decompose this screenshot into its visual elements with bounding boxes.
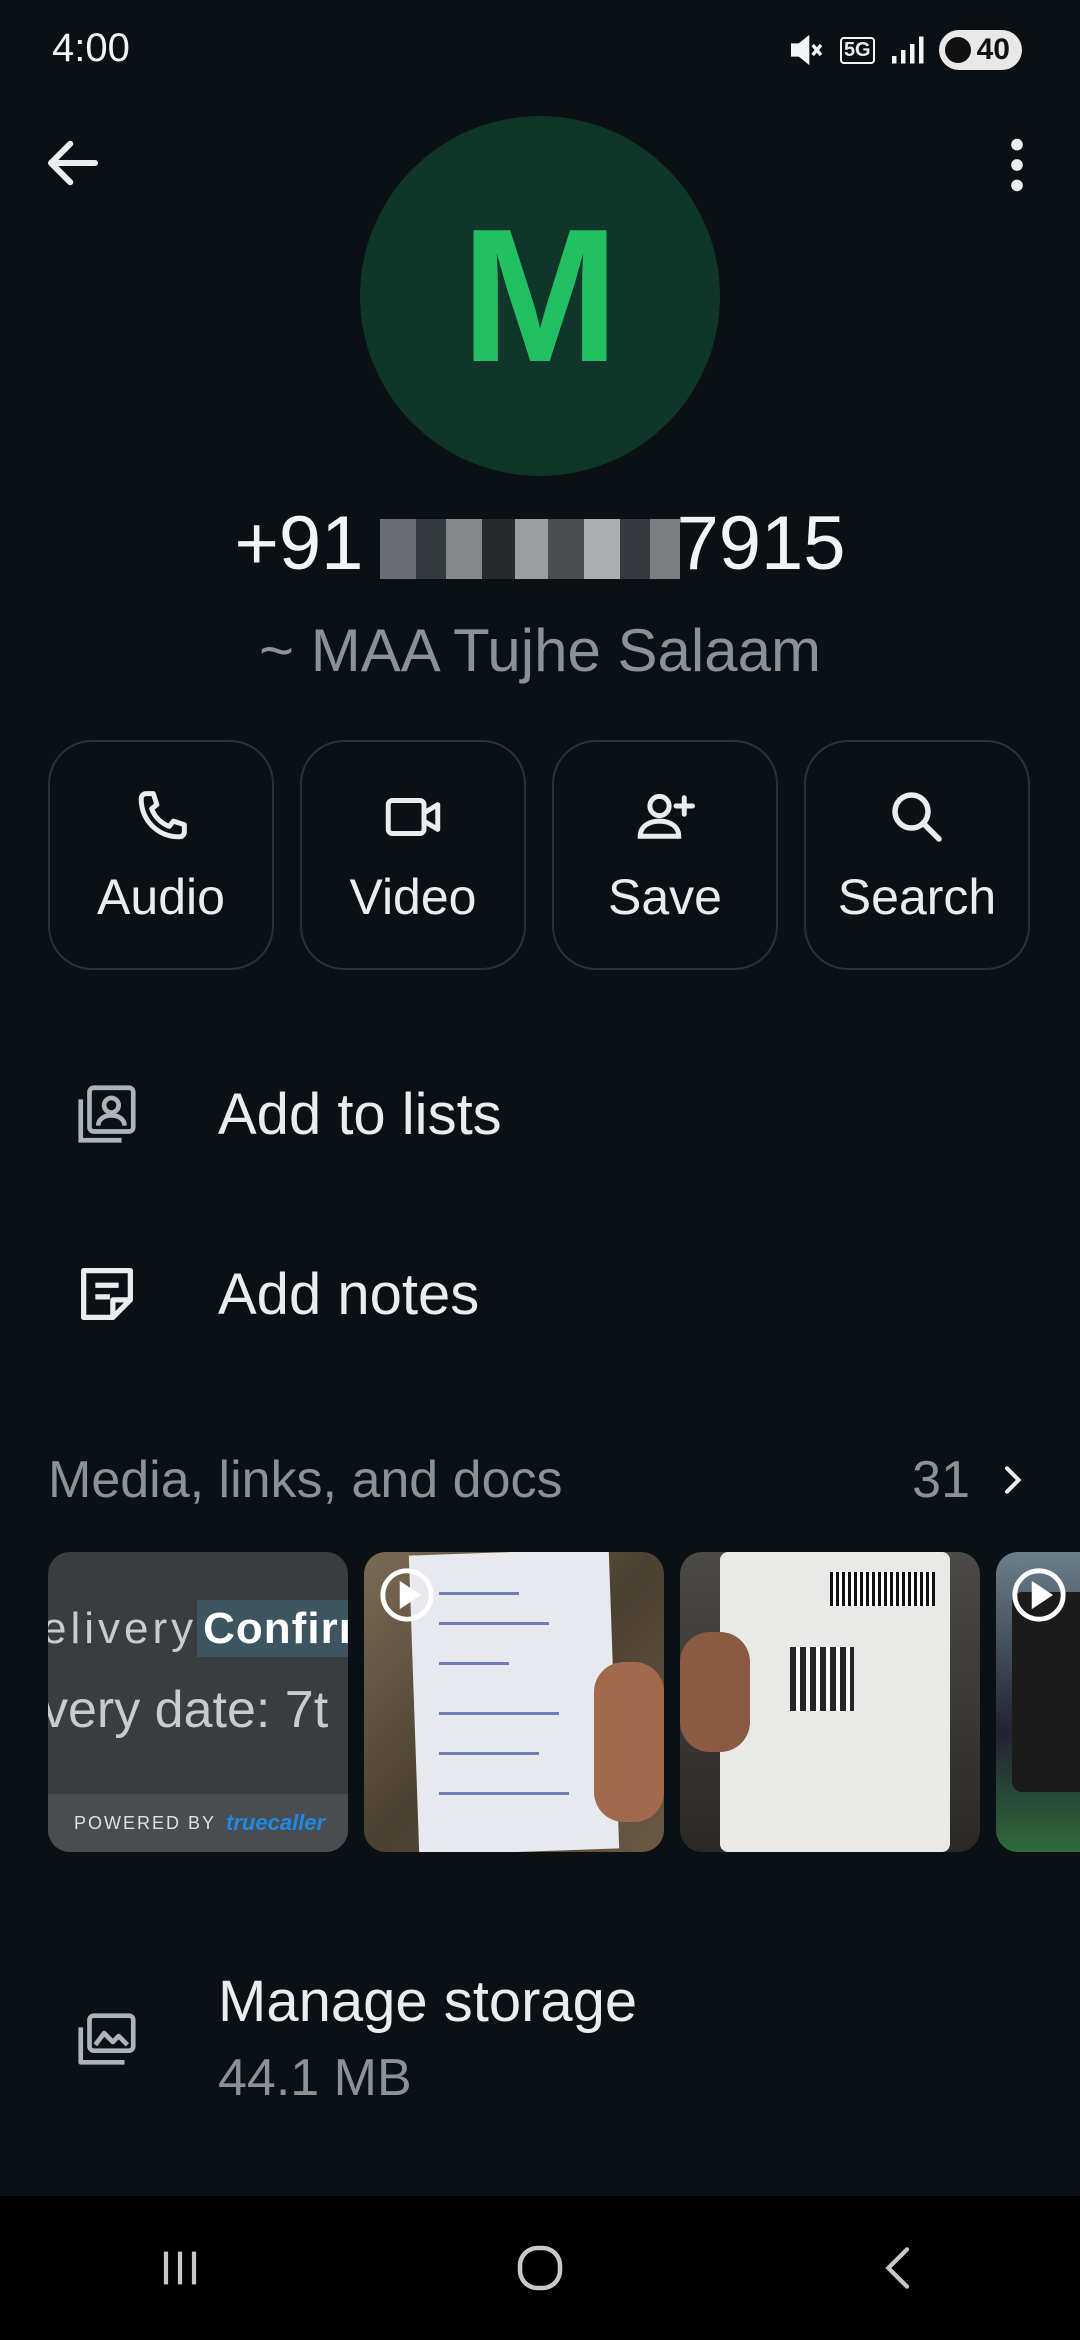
battery-saver-icon <box>944 37 971 63</box>
storage-folder-icon <box>78 2013 136 2065</box>
audio-call-button[interactable]: Audio <box>48 740 274 970</box>
handwriting-stroke <box>439 1712 559 1715</box>
video-camera-icon <box>385 798 441 836</box>
thumbnail-text-line: elivery Confirı <box>48 1600 348 1657</box>
handwriting-stroke <box>439 1752 539 1755</box>
home-button[interactable] <box>480 2228 600 2308</box>
push-name: ~ MAA Tujhe Salaam <box>259 617 821 684</box>
audio-label: Audio <box>97 869 225 925</box>
add-to-lists-row[interactable]: Add to lists <box>0 1044 1080 1184</box>
search-button[interactable]: Search <box>804 740 1030 970</box>
media-count: 31 <box>912 1451 970 1509</box>
system-back-button[interactable] <box>840 2228 960 2308</box>
save-contact-button[interactable]: Save <box>552 740 778 970</box>
handwriting-stroke <box>439 1662 509 1665</box>
handwritten-note-image <box>408 1552 620 1852</box>
battery-level: 40 <box>976 33 1010 66</box>
search-label: Search <box>837 869 997 925</box>
video-label: Video <box>349 869 477 925</box>
recents-icon <box>163 2251 197 2285</box>
more-options-button[interactable] <box>982 130 1052 200</box>
truecaller-footer: POWERED BY truecaller <box>48 1794 348 1852</box>
add-notes-row[interactable]: Add notes <box>0 1224 1080 1364</box>
recent-apps-button[interactable] <box>120 2228 240 2308</box>
chevron-right-icon <box>1005 1466 1022 1494</box>
chevron-left-icon <box>885 2247 910 2289</box>
system-navigation-bar <box>0 2196 1080 2340</box>
more-vertical-icon <box>1011 138 1023 192</box>
barcode-graphic <box>830 1572 935 1606</box>
add-person-icon <box>637 793 695 839</box>
storage-size: 44.1 MB <box>218 2049 412 2107</box>
media-thumbnail[interactable] <box>996 1552 1080 1852</box>
media-section-title: Media, links, and docs <box>48 1451 563 1509</box>
handwriting-stroke <box>439 1792 569 1795</box>
signal-icon <box>891 36 924 64</box>
back-button[interactable] <box>40 130 106 196</box>
truecaller-logo: truecaller <box>226 1810 326 1835</box>
thumbnail-text-line: very date: 7t <box>48 1681 329 1739</box>
arrow-back-icon <box>47 140 99 186</box>
pixelated-number-redaction <box>380 518 681 579</box>
video-call-button[interactable]: Video <box>300 740 526 970</box>
battery-indicator: 40 <box>938 30 1022 70</box>
save-label: Save <box>608 869 722 925</box>
video-play-icon <box>380 1568 434 1622</box>
manage-storage-title: Manage storage <box>218 1969 638 2034</box>
manage-storage-row[interactable]: Manage storage 44.1 MB <box>0 1940 1080 2140</box>
network-5g-icon: 5G <box>839 36 875 64</box>
hand-image <box>680 1632 750 1752</box>
search-icon <box>892 792 942 842</box>
status-time: 4:00 <box>52 26 130 70</box>
video-play-icon <box>1012 1568 1066 1622</box>
note-icon <box>81 1268 133 1320</box>
phone-suffix: 7915 <box>676 501 846 586</box>
status-icons: 5G 40 <box>786 30 1022 70</box>
avatar-letter: M <box>460 190 620 402</box>
media-strip[interactable]: elivery Confirı very date: 7t POWERED BY t… <box>48 1552 1080 1852</box>
phone-number: +91 7915 <box>0 500 1080 587</box>
handwriting-stroke <box>439 1622 549 1625</box>
phone-icon <box>138 791 187 840</box>
phone-prefix: +91 <box>234 501 364 586</box>
add-notes-label: Add notes <box>218 1261 480 1327</box>
add-to-lists-label: Add to lists <box>218 1081 502 1147</box>
mute-icon <box>790 34 823 66</box>
media-links-docs-header[interactable]: Media, links, and docs 31 <box>48 1440 1032 1520</box>
media-thumbnail[interactable] <box>364 1552 664 1852</box>
home-icon <box>517 2245 563 2291</box>
qr-code-graphic <box>790 1647 854 1711</box>
media-thumbnail[interactable] <box>680 1552 980 1852</box>
handwriting-stroke <box>439 1592 519 1595</box>
hand-image <box>594 1662 664 1822</box>
action-buttons: Audio Video Save Search <box>48 740 1032 970</box>
status-bar: 4:00 5G 40 <box>0 0 1080 100</box>
contact-list-icon <box>78 1085 136 1143</box>
media-thumbnail[interactable]: elivery Confirı very date: 7t POWERED BY t… <box>48 1552 348 1852</box>
avatar[interactable]: M <box>360 116 720 476</box>
